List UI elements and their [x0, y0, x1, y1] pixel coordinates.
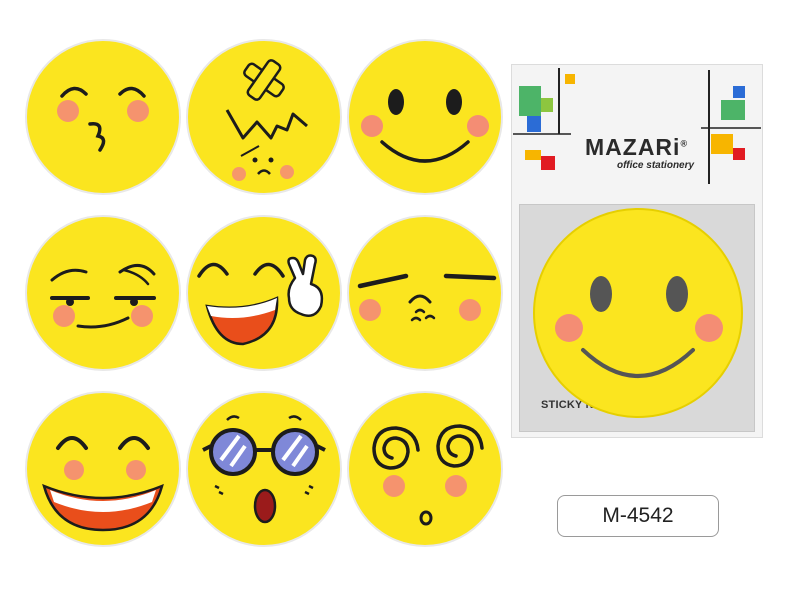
sticker-sunglasses-shocked-face — [185, 390, 343, 548]
brand-tagline: office stationery — [617, 160, 695, 171]
product-package: MAZARi® office stationery STICKY NOTES — [511, 64, 763, 438]
sticker-peace-sign-face — [185, 214, 343, 372]
sticker-kissing-face — [24, 38, 182, 196]
sticker-bandaged-face — [185, 38, 343, 196]
sticker-dizzy-face — [346, 390, 504, 548]
package-smiling-sticker — [531, 206, 745, 420]
brand-pattern-logo — [513, 68, 761, 184]
brand-name: MAZARi® — [585, 134, 689, 160]
sticker-laughing-face — [24, 390, 182, 548]
sticker-smirking-face — [24, 214, 182, 372]
product-code-label: M-4542 — [557, 495, 719, 537]
sticker-squinting-face — [346, 214, 504, 372]
sticker-smiling-face — [346, 38, 504, 196]
